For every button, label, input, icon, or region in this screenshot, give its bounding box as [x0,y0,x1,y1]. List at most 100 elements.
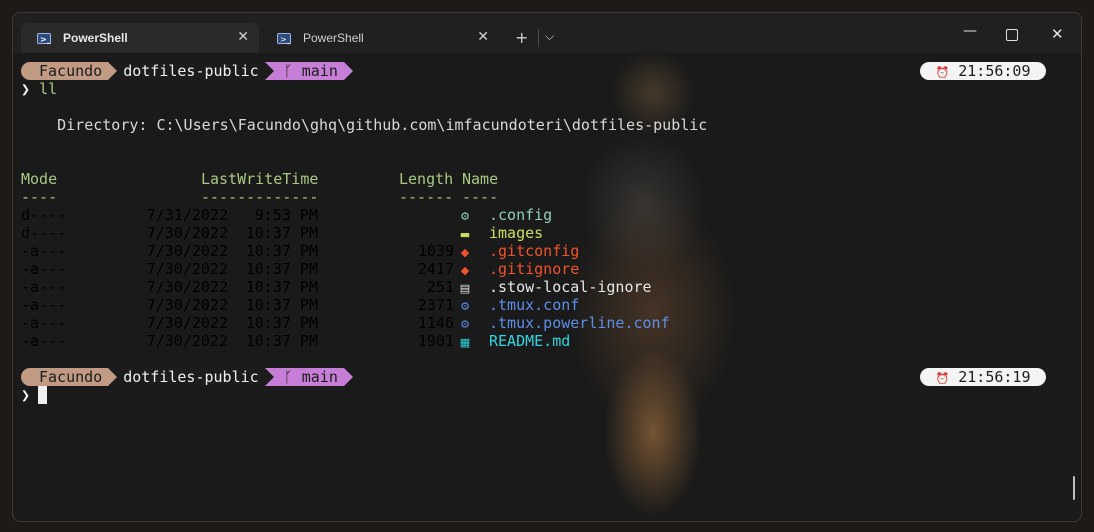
file-length: 2371 [417,296,454,314]
title-bar: >_ PowerShell ✕ >_ PowerShell ✕ + ⌵ — ✕ [13,13,1081,53]
file-length: 2417 [417,260,454,278]
prompt-separator [264,368,274,386]
file-time: 10:37 PM [245,332,318,350]
file-mode: -a--- [21,260,67,278]
file-mode: -a--- [21,278,67,296]
clock-icon: ⏰ [935,372,950,385]
folder-icon: ▬ [459,228,471,241]
time-value: 21:56:09 [958,62,1031,80]
prompt-separator [108,62,118,80]
file-date: 7/30/2022 [146,296,228,314]
close-tab-icon[interactable]: ✕ [237,29,249,45]
file-time: 9:53 PM [254,206,318,224]
powershell-icon: >_ [37,32,51,44]
file-time: 10:37 PM [245,278,318,296]
file-name[interactable]: README.md [489,332,570,350]
file-time: 10:37 PM [245,314,318,332]
header-lastwritetime: LastWriteTime [201,170,319,188]
gear-icon: ⚙ [460,210,470,223]
terminal-window: >_ PowerShell ✕ >_ PowerShell ✕ + ⌵ — ✕ … [12,12,1082,522]
tab-divider [538,29,539,47]
prompt-line: Facundo dotfiles-public ᚴ main [21,368,353,386]
gear-icon: ⚙ [460,300,470,313]
prompt-chevron: ❯ [21,386,31,404]
maximize-button[interactable] [1006,29,1018,41]
file-date: 7/30/2022 [146,260,228,278]
tab-powershell-1[interactable]: >_ PowerShell ✕ [21,23,259,53]
file-date: 7/31/2022 [146,206,228,224]
git-branch-icon: ᚴ [283,368,293,386]
scrollbar[interactable] [1073,476,1075,500]
command-line: ❯ ll [21,80,57,98]
file-length: 1039 [417,242,454,260]
file-name[interactable]: .gitconfig [489,242,579,260]
file-name[interactable]: .tmux.conf [489,296,579,314]
file-time: 10:37 PM [245,242,318,260]
prompt-directory: dotfiles-public [117,368,265,386]
close-tab-icon[interactable]: ✕ [477,29,489,45]
powershell-icon: >_ [277,32,291,44]
tab-powershell-2[interactable]: >_ PowerShell ✕ [261,23,499,53]
file-name[interactable]: .gitignore [489,260,579,278]
file-mode: -a--- [21,314,67,332]
command-text: ll [39,80,58,98]
branch-name: main [301,62,338,80]
tab-label: PowerShell [303,31,364,45]
clock-icon: ⏰ [935,66,950,79]
file-name[interactable]: images [489,224,543,242]
chevron-down-icon[interactable]: ⌵ [545,29,554,44]
prompt-time: ⏰ 21:56:09 [920,62,1046,80]
markdown-icon: ▦ [459,336,471,349]
time-value: 21:56:19 [958,368,1031,386]
file-length: 1146 [417,314,454,332]
git-icon: ◆ [460,264,470,277]
file-mode: -a--- [21,296,67,314]
prompt-directory: dotfiles-public [117,62,265,80]
file-length: 251 [426,278,454,296]
prompt-separator [108,368,118,386]
underline-name: ---- [462,188,499,206]
text-cursor [38,386,48,404]
file-date: 7/30/2022 [146,242,228,260]
header-length: Length [399,170,454,188]
underline-lastwritetime: ------------- [201,188,319,206]
close-window-button[interactable]: ✕ [1051,25,1064,43]
underline-length: ------ [399,188,454,206]
tab-label: PowerShell [63,31,128,45]
header-name: Name [462,170,499,188]
prompt-line: Facundo dotfiles-public ᚴ main [21,62,353,80]
gear-icon: ⚙ [460,318,470,331]
file-length: 1901 [417,332,454,350]
file-mode: d---- [21,224,67,242]
underline-mode: ---- [21,188,58,206]
new-tab-button[interactable]: + [515,28,528,47]
branch-name: main [301,368,338,386]
file-date: 7/30/2022 [146,332,228,350]
file-time: 10:37 PM [245,296,318,314]
prompt-user: Facundo [21,368,109,386]
prompt-separator [264,62,274,80]
file-date: 7/30/2022 [146,278,228,296]
file-name[interactable]: .stow-local-ignore [489,278,652,296]
header-mode: Mode [21,170,58,188]
file-date: 7/30/2022 [146,224,228,242]
prompt-user: Facundo [21,62,109,80]
file-mode: -a--- [21,242,67,260]
minimize-button[interactable]: — [963,23,977,39]
file-mode: d---- [21,206,67,224]
git-branch-icon: ᚴ [283,62,293,80]
prompt-git-branch: ᚴ main [273,62,344,80]
prompt-separator [343,62,353,80]
prompt-chevron: ❯ [21,80,31,98]
file-name[interactable]: .config [489,206,552,224]
file-name[interactable]: .tmux.powerline.conf [489,314,670,332]
file-mode: -a--- [21,332,67,350]
input-line[interactable]: ❯ [21,386,48,404]
file-time: 10:37 PM [245,224,318,242]
prompt-separator [343,368,353,386]
file-date: 7/30/2022 [146,314,228,332]
directory-line: Directory: C:\Users\Facundo\ghq\github.c… [21,116,708,134]
file-time: 10:37 PM [245,260,318,278]
prompt-git-branch: ᚴ main [273,368,344,386]
prompt-time: ⏰ 21:56:19 [920,368,1046,386]
